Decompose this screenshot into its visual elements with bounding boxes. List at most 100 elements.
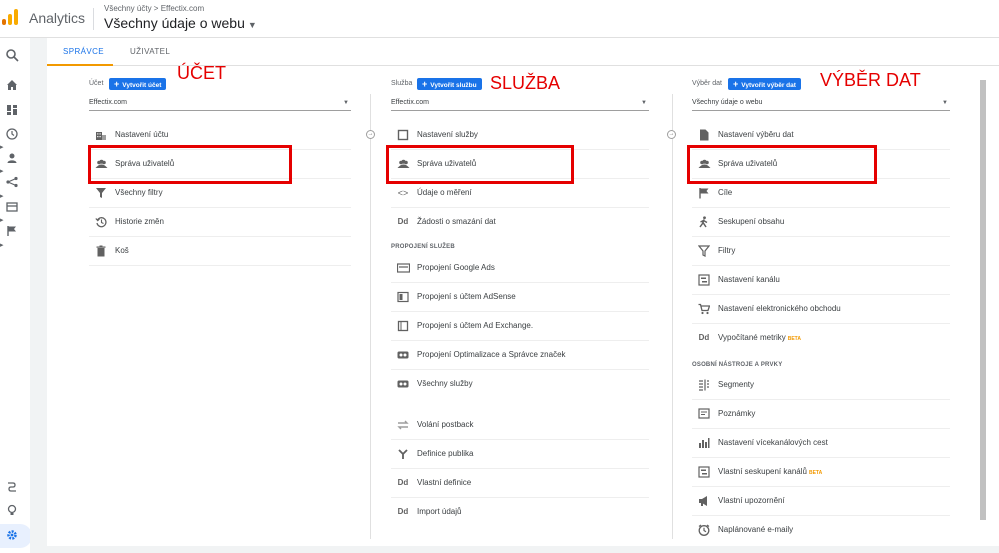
code-icon: <> [397, 188, 409, 198]
propojeni-google-ads-item[interactable]: Propojení Google Ads [391, 254, 649, 283]
propojeni-adsense-item[interactable]: Propojení s účtem AdSense [391, 283, 649, 312]
dropdown-arrow-icon: ▼ [942, 100, 948, 106]
create-property-button[interactable]: + Vytvořit službu [417, 78, 482, 90]
propojeni-optimalizace-item[interactable]: Propojení Optimalizace a Správce značek [391, 341, 649, 370]
volani-postback-item[interactable]: Volání postback [391, 411, 649, 440]
column-divider [370, 94, 371, 539]
link-icon [397, 349, 409, 361]
flag-icon [698, 187, 710, 199]
expand-arrow-icon: ▸ [0, 242, 4, 249]
create-account-button[interactable]: + Vytvořit účet [109, 78, 167, 90]
menu-item-text: Vypočítané metriky [718, 333, 786, 342]
naplanovane-emaily-item[interactable]: Naplánované e-maily [692, 516, 950, 545]
menu-item-label: Nastavení elektronického obchodu [718, 304, 841, 313]
vlastni-seskupeni-kanalu-item[interactable]: Vlastní seskupení kanálů BETA [692, 458, 950, 487]
vlastni-upozorneni-item[interactable]: Vlastní upozornění [692, 487, 950, 516]
account-heading: Účet [89, 80, 104, 87]
zadosti-o-smazani-item[interactable]: Dd Žádosti o smazání dat [391, 208, 649, 237]
attribution-icon[interactable] [4, 481, 20, 497]
adx-icon [397, 320, 409, 332]
dd-icon: Dd [698, 333, 710, 342]
menu-item-label: Nastavení výběru dat [718, 130, 794, 139]
definice-publika-item[interactable]: Definice publika [391, 440, 649, 469]
menu-item-label: Všechny filtry [115, 188, 163, 197]
nastaveni-elektronickeho-obchodu-item[interactable]: Nastavení elektronického obchodu [692, 295, 950, 324]
header-divider [93, 8, 94, 30]
analytics-logo-icon[interactable] [2, 9, 18, 25]
menu-item-label: Import údajů [417, 507, 462, 516]
highlight-box-property-users [386, 145, 574, 184]
historie-zmen-item[interactable]: Historie změn [89, 208, 351, 237]
conversions-flag-icon[interactable] [4, 225, 20, 241]
import-udaju-item[interactable]: Dd Import údajů [391, 498, 649, 527]
swap-icon [397, 419, 409, 431]
notes-icon [698, 408, 710, 420]
bar-chart-icon [698, 437, 710, 449]
view-selector-label: Všechny údaje o webu [104, 15, 245, 31]
search-icon[interactable] [4, 48, 20, 64]
vsechny-sluzby-item[interactable]: Všechny služby [391, 370, 649, 399]
history-icon [95, 216, 107, 228]
square-icon [397, 129, 409, 141]
propojeni-ad-exchange-item[interactable]: Propojení s účtem Ad Exchange. [391, 312, 649, 341]
menu-item-label: Propojení Google Ads [417, 263, 495, 272]
clock-icon [698, 524, 710, 536]
create-property-label: Vytvořit službu [430, 82, 477, 89]
menu-item-label: Vlastní seskupení kanálů BETA [718, 467, 822, 476]
menu-item-label: Nastavení služby [417, 130, 478, 139]
admin-panel: SPRÁVCE UŽIVATEL Účet + Vytvořit účet Eff… [47, 38, 999, 546]
realtime-clock-icon[interactable] [4, 128, 20, 144]
trash-icon [95, 245, 107, 257]
cart-icon [698, 303, 711, 315]
person-walk-icon [698, 216, 710, 228]
expand-arrow-icon: ▸ [0, 144, 4, 151]
behavior-icon[interactable] [4, 201, 20, 217]
highlight-box-account-users [88, 145, 292, 184]
arrow-right-circle-icon: → [366, 130, 375, 139]
dropdown-arrow-icon: ▼ [343, 100, 349, 106]
left-nav-rail: ▸ ▸ ▸ ▸ ▸ [0, 38, 32, 553]
dashboard-icon[interactable] [4, 104, 20, 120]
property-select[interactable]: Effectix.com ▼ [391, 99, 649, 111]
discover-lightbulb-icon[interactable] [4, 504, 20, 520]
menu-item-label: Definice publika [417, 449, 474, 458]
expand-arrow-icon: ▸ [0, 193, 4, 200]
active-tab-indicator [47, 64, 113, 66]
menu-item-label: Vlastní definice [417, 478, 472, 487]
plus-icon: + [422, 79, 428, 89]
poznamky-item[interactable]: Poznámky [692, 400, 950, 429]
vlastni-definice-item[interactable]: Dd Vlastní definice [391, 469, 649, 498]
tab-spravce[interactable]: SPRÁVCE [63, 47, 104, 56]
seskupeni-obsahu-item[interactable]: Seskupení obsahu [692, 208, 950, 237]
menu-item-label: Propojení s účtem AdSense [417, 292, 516, 301]
view-select[interactable]: Všechny údaje o webu ▼ [692, 99, 950, 111]
menu-item-label: Údaje o měření [417, 188, 472, 197]
create-view-label: Vytvořit výběr dat [741, 82, 796, 89]
menu-item-label: Vypočítané metriky BETA [718, 333, 801, 342]
menu-item-label: Cíle [718, 188, 733, 197]
vypocitane-metriky-item[interactable]: Dd Vypočítané metriky BETA [692, 324, 950, 353]
caret-down-icon: ▼ [247, 20, 257, 30]
plus-icon: + [114, 79, 120, 89]
account-select[interactable]: Effectix.com ▼ [89, 99, 351, 111]
kos-item[interactable]: Koš [89, 237, 351, 266]
dropdown-arrow-icon: ▼ [641, 100, 647, 106]
megaphone-icon [698, 495, 710, 507]
app-title: Analytics [29, 10, 86, 26]
tab-uzivatel[interactable]: UŽIVATEL [130, 47, 170, 56]
home-icon[interactable] [4, 79, 20, 95]
view-selector[interactable]: Všechny údaje o webu ▼ [104, 15, 257, 31]
scrollbar-thumb[interactable] [980, 80, 986, 520]
acquisition-icon[interactable] [4, 176, 20, 192]
account-select-value: Effectix.com [89, 99, 127, 106]
create-view-button[interactable]: + Vytvořit výběr dat [728, 78, 801, 90]
nastaveni-kanalu-item[interactable]: Nastavení kanálu [692, 266, 950, 295]
nastaveni-vicekanalovych-cest-item[interactable]: Nastavení vícekanálových cest [692, 429, 950, 458]
breadcrumb[interactable]: Všechny účty > Effectix.com [104, 4, 204, 13]
filtry-item[interactable]: Filtry [692, 237, 950, 266]
audience-person-icon[interactable] [4, 152, 20, 168]
channel-icon [698, 466, 710, 478]
channel-icon [698, 274, 710, 286]
admin-gear-icon[interactable] [4, 529, 20, 545]
segmenty-item[interactable]: Segmenty [692, 371, 950, 400]
